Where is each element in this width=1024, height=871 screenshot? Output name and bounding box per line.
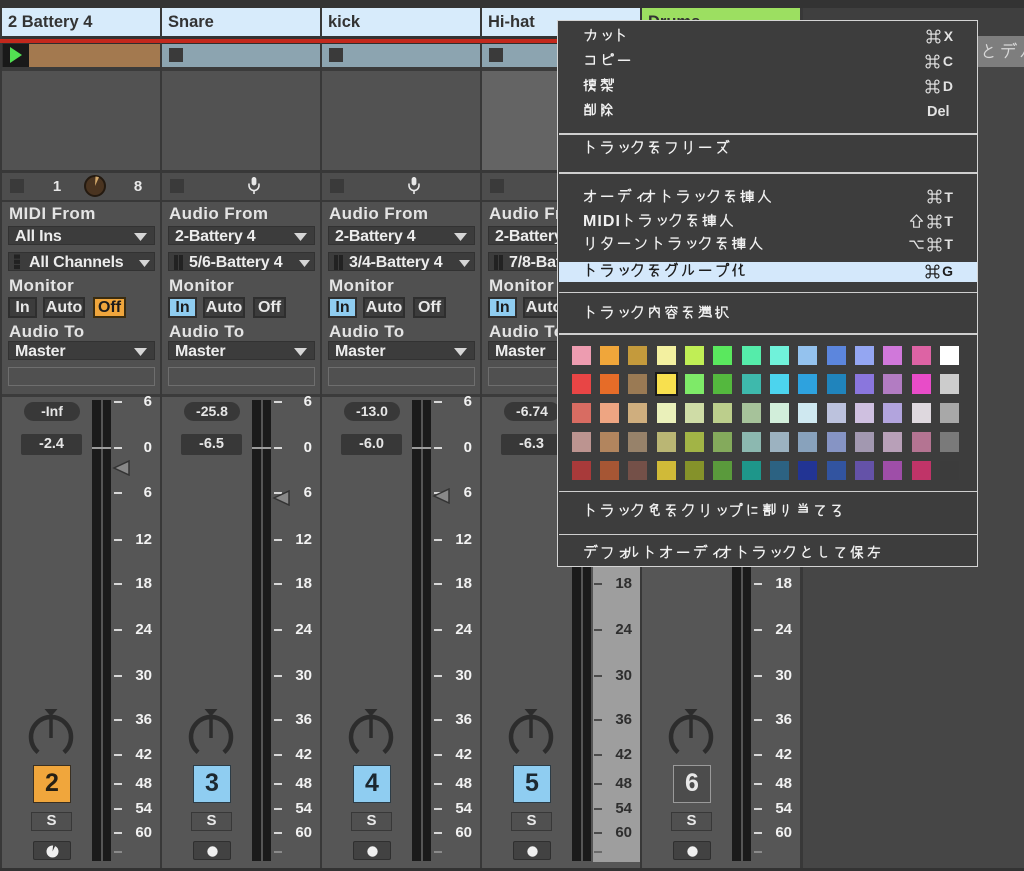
svg-text:I: I [597,213,602,230]
svg-text:I: I [616,213,621,230]
svg-text:D: D [603,213,615,230]
svg-text:M: M [583,213,597,230]
